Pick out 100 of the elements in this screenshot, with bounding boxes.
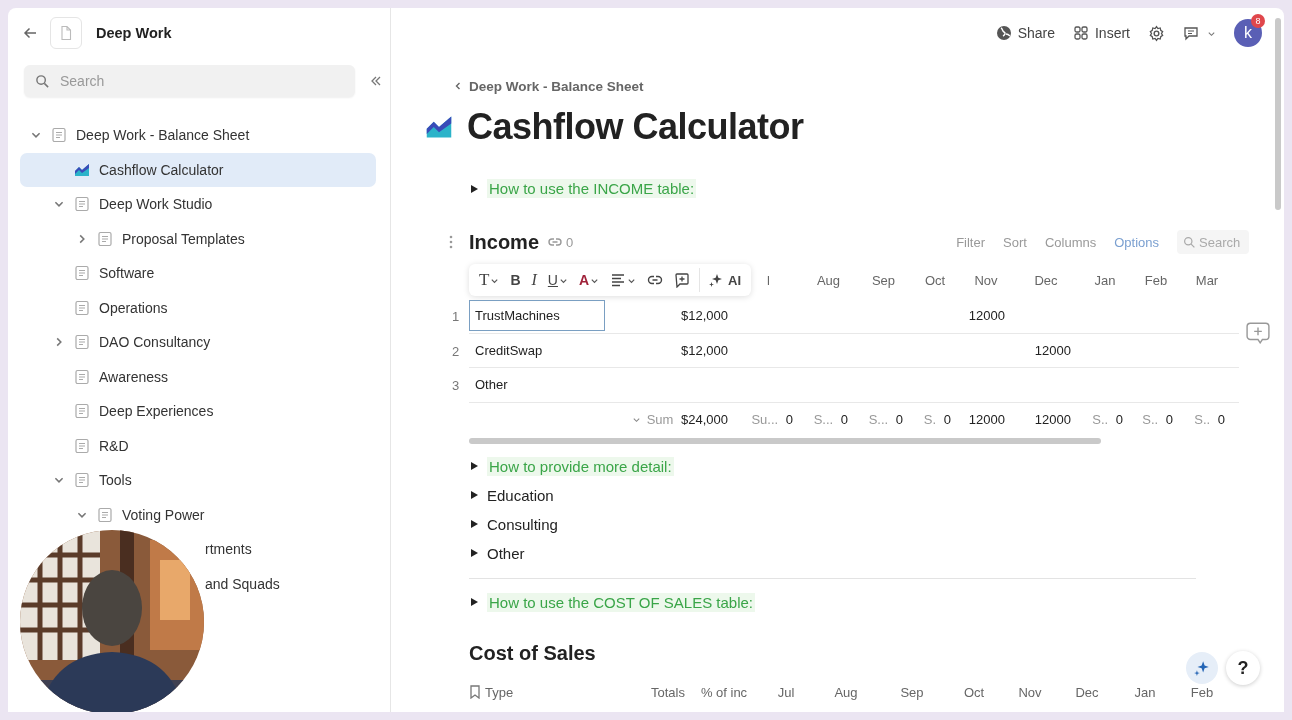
toggle-triangle-icon[interactable] — [469, 183, 479, 194]
column-header[interactable]: Sep — [900, 684, 924, 700]
page-icon — [51, 127, 67, 144]
breadcrumb-link[interactable]: Deep Work - Balance Sheet — [453, 74, 644, 98]
table-cell[interactable]: $12,000 — [681, 308, 728, 324]
tree-item[interactable]: Proposal Templates — [20, 221, 376, 256]
collapse-sidebar-icon[interactable] — [369, 74, 383, 88]
toggle-triangle-icon[interactable] — [469, 548, 479, 558]
add-comment-icon — [674, 272, 691, 288]
tree-item[interactable]: R&D — [20, 428, 376, 463]
column-header[interactable]: Totals — [651, 684, 685, 700]
column-header[interactable]: Oct — [924, 272, 946, 288]
table-cell[interactable]: CreditSwap — [475, 342, 543, 358]
column-header[interactable]: l — [767, 272, 770, 288]
toggle-heading[interactable]: Consulting — [487, 515, 558, 533]
format-button[interactable]: AI — [699, 268, 746, 292]
document-icon — [50, 17, 82, 49]
tree-item[interactable]: Software — [20, 256, 376, 291]
ai-assistant-button[interactable] — [1186, 652, 1218, 684]
aggregate-value: $24,000 — [681, 412, 728, 427]
tree-item[interactable]: Awareness — [20, 359, 376, 394]
caret-icon — [632, 415, 641, 424]
page-icon — [97, 506, 113, 523]
column-header[interactable]: Jan — [1134, 684, 1156, 700]
scrollbar[interactable] — [1275, 18, 1281, 210]
toggle-triangle-icon[interactable] — [469, 461, 479, 471]
insert-button[interactable]: Insert — [1073, 25, 1130, 41]
column-header[interactable]: Mar — [1195, 272, 1219, 288]
search-field[interactable]: Search — [24, 65, 355, 97]
table-cell[interactable]: Other — [475, 377, 508, 393]
row-number: 2 — [452, 343, 460, 359]
aggregate-value: 0 — [1115, 412, 1123, 427]
column-header[interactable]: Feb — [1144, 272, 1168, 288]
notification-badge: 8 — [1251, 14, 1265, 28]
format-button[interactable]: A — [574, 268, 604, 292]
tree-item[interactable]: and Squads — [205, 575, 280, 592]
comment-icon — [1183, 25, 1199, 41]
column-header[interactable]: Aug — [834, 684, 858, 700]
toggle-heading[interactable]: Other — [487, 544, 525, 562]
page-icon — [74, 299, 90, 316]
toggle-triangle-icon[interactable] — [469, 490, 479, 500]
workspace-title: Deep Work — [96, 25, 172, 41]
tree-item[interactable]: Tools — [20, 463, 376, 498]
tree-item[interactable]: DAO Consultancy — [20, 325, 376, 360]
aggregate-value: 0 — [785, 412, 793, 427]
column-header[interactable]: Nov — [1018, 684, 1042, 700]
bookmark-icon — [469, 685, 481, 699]
search-icon — [35, 74, 50, 89]
page-title: Cashflow Calculator — [467, 106, 804, 148]
page-icon — [97, 230, 113, 247]
share-button[interactable]: Share — [995, 25, 1055, 41]
column-header[interactable]: Sep — [871, 272, 896, 288]
format-button[interactable]: T — [475, 268, 504, 292]
aggregate-value: 0 — [943, 412, 951, 427]
table-cell[interactable]: 12000 — [968, 308, 1005, 324]
column-header[interactable]: Feb — [1190, 684, 1214, 700]
tree-item[interactable]: Deep Work - Balance Sheet — [20, 118, 376, 153]
toggle-triangle-icon[interactable] — [469, 597, 479, 607]
page-icon — [74, 403, 90, 420]
add-comment-icon[interactable] — [1246, 322, 1270, 344]
page-icon — [74, 368, 90, 385]
search-icon — [1183, 236, 1196, 249]
tree-item[interactable]: rtments — [205, 541, 252, 558]
tree-item[interactable]: Operations — [20, 290, 376, 325]
page-icon — [74, 265, 90, 282]
tree-item[interactable]: Cashflow Calculator — [20, 152, 376, 187]
toggle-triangle-icon[interactable] — [469, 519, 479, 529]
tree-item[interactable]: Deep Experiences — [20, 394, 376, 429]
tree-item[interactable]: Deep Work Studio — [20, 187, 376, 222]
column-header[interactable]: Dec — [1075, 684, 1099, 700]
aggregate-value: 12000 — [1034, 412, 1071, 427]
table-cell[interactable]: $12,000 — [681, 342, 728, 358]
chart-icon — [74, 161, 90, 178]
page-icon — [74, 437, 90, 454]
table-cell[interactable]: 12000 — [1034, 342, 1071, 358]
help-button[interactable]: ? — [1226, 651, 1260, 685]
settings-icon[interactable] — [1148, 24, 1165, 42]
column-header[interactable]: % of inc — [700, 684, 748, 700]
column-header[interactable]: Aug — [816, 272, 841, 288]
format-button[interactable]: I — [527, 268, 541, 292]
aggregate-value: 0 — [840, 412, 848, 427]
aggregate-value: 12000 — [968, 412, 1005, 427]
format-button[interactable]: B — [506, 268, 525, 292]
globe-icon — [995, 25, 1012, 41]
toggle-heading[interactable]: Education — [487, 486, 554, 504]
drag-handle-icon[interactable] — [449, 235, 453, 249]
table-search-field[interactable]: Search — [1177, 230, 1249, 254]
back-arrow-icon[interactable] — [22, 25, 38, 41]
scrollbar[interactable] — [469, 437, 1101, 444]
format-button[interactable]: U — [543, 268, 572, 292]
column-header[interactable]: Type — [485, 684, 514, 700]
column-header[interactable]: Jul — [777, 684, 795, 700]
column-header[interactable]: Oct — [963, 684, 985, 700]
grid-icon — [1073, 25, 1089, 41]
page-icon — [74, 334, 90, 351]
comments-button[interactable] — [1183, 25, 1216, 41]
column-header[interactable]: Nov — [974, 272, 998, 288]
column-header[interactable]: Dec — [1034, 272, 1058, 288]
column-header[interactable]: Jan — [1094, 272, 1116, 288]
tree-item[interactable]: Voting Power — [20, 497, 376, 532]
